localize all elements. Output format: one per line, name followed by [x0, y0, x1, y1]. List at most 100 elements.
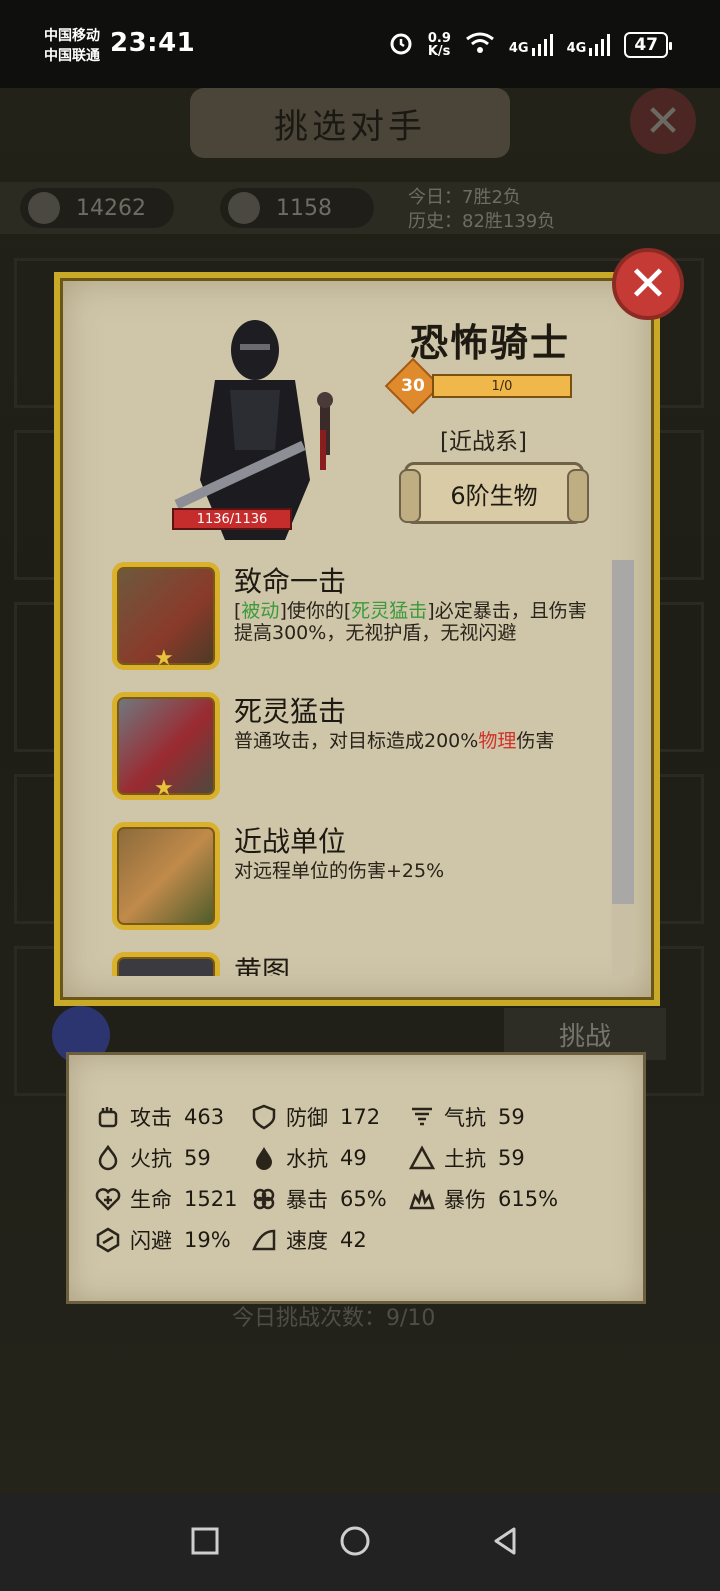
skill-desc-part: 伤害 [516, 730, 555, 752]
level-number: 30 [401, 376, 425, 396]
wifi-icon [465, 31, 495, 59]
alarm-icon [388, 30, 414, 60]
net-speed: 0.9 K/s [428, 32, 451, 58]
carrier-2: 中国联通 [44, 48, 100, 64]
stat-value: 42 [340, 1228, 367, 1252]
stat-crit-dmg: 暴伤 615% [408, 1184, 558, 1214]
skill-desc-part: ]使你的[ [279, 600, 352, 622]
challenge-count: 今日挑战次数：9/10 [232, 1306, 436, 1331]
stat-dodge: 闪避 19% [94, 1225, 231, 1255]
stat-hp: 生命 1521 [94, 1184, 237, 1214]
stat-label: 水抗 [286, 1147, 328, 1171]
stat-defense: 防御 172 [250, 1102, 380, 1132]
exp-bar: 1/0 [432, 374, 572, 398]
skill-description: 普通攻击，对目标造成200%物理伤害 [234, 730, 594, 752]
carrier-info: 中国移动 中国联通 [44, 26, 100, 66]
crit-icon [250, 1185, 278, 1213]
stat-label: 防御 [286, 1106, 328, 1130]
carrier-1: 中国移动 [44, 28, 100, 44]
background-title: 挑选对手 [190, 88, 510, 158]
stat-wind-res: 气抗 59 [408, 1102, 525, 1132]
speed-icon [250, 1226, 278, 1254]
clock: 23:41 [110, 28, 196, 58]
resource-1-value: 14262 [76, 195, 146, 221]
background-close-button[interactable]: ✕ [630, 88, 696, 154]
tier-label: 6阶生物 [450, 481, 538, 510]
stat-label: 闪避 [130, 1229, 172, 1253]
fist-icon [94, 1103, 122, 1131]
signal-icon-1: 4G [509, 34, 553, 56]
skill-icon-partial[interactable] [112, 952, 220, 976]
skill-item[interactable]: 黄图 [110, 950, 610, 976]
skill-description: [被动]使你的[死灵猛击]必定暴击，且伤害提高300%，无视护盾，无视闪避 [234, 600, 594, 644]
stat-speed: 速度 42 [250, 1225, 367, 1255]
skill-item[interactable]: 近战单位 对远程单位的伤害+25% [110, 820, 610, 950]
net-speed-unit: K/s [427, 44, 451, 59]
skill-title: 致命一击 [234, 565, 347, 598]
resource-2-value: 1158 [276, 195, 332, 221]
resource-2: 1158 [220, 188, 374, 228]
signal-label-1: 4G [508, 41, 529, 56]
droplet-icon [250, 1144, 278, 1172]
close-icon: ✕ [627, 256, 669, 312]
tier-scroll: 6阶生物 [399, 462, 589, 524]
stat-value: 65% [340, 1187, 387, 1211]
stat-label: 生命 [130, 1188, 172, 1212]
stat-label: 土抗 [444, 1147, 486, 1171]
stat-attack: 攻击 463 [94, 1102, 224, 1132]
signal-icon-2: 4G [567, 34, 611, 56]
skill-keyword: 死灵猛击 [351, 600, 428, 622]
status-icons: 0.9 K/s 4G 4G 47 [388, 30, 672, 60]
stat-value: 615% [498, 1187, 559, 1211]
skill-icon-melee-unit[interactable] [112, 822, 220, 930]
skill-keyword: 被动 [241, 600, 280, 622]
skill-title: 黄图 [234, 955, 291, 976]
recents-button[interactable] [180, 1516, 230, 1566]
unit-type: [近战系] [440, 429, 527, 455]
home-button[interactable] [330, 1516, 380, 1566]
flame-icon [94, 1144, 122, 1172]
battery-indicator: 47 [624, 32, 672, 58]
star-icon: ★ [154, 776, 174, 801]
skill-desc-part: 普通攻击，对目标造成200% [234, 730, 479, 752]
stats-panel [66, 1052, 646, 1304]
skill-list[interactable]: ★ 致命一击 [被动]使你的[死灵猛击]必定暴击，且伤害提高300%，无视护盾，… [110, 560, 610, 976]
skill-item[interactable]: ★ 死灵猛击 普通攻击，对目标造成200%物理伤害 [110, 690, 610, 820]
stat-value: 19% [184, 1228, 231, 1252]
stat-value: 172 [340, 1105, 381, 1129]
stat-value: 463 [184, 1105, 225, 1129]
square-icon [191, 1527, 219, 1555]
signal-label-2: 4G [566, 41, 587, 56]
skill-keyword: 物理 [478, 730, 517, 752]
mountain-icon [408, 1144, 436, 1172]
stat-label: 火抗 [130, 1147, 172, 1171]
close-button[interactable]: ✕ [612, 248, 684, 320]
stat-fire-res: 火抗 59 [94, 1143, 211, 1173]
stat-crit: 暴击 65% [250, 1184, 387, 1214]
unit-name: 恐怖骑士 [410, 321, 571, 365]
skill-title: 近战单位 [234, 825, 347, 858]
stat-water-res: 水抗 49 [250, 1143, 367, 1173]
stat-label: 暴击 [286, 1188, 328, 1212]
status-bar: 中国移动 中国联通 23:41 0.9 K/s 4G 4G 47 [0, 0, 720, 88]
circle-icon [340, 1526, 370, 1556]
heart-plus-icon [94, 1185, 122, 1213]
stat-label: 攻击 [130, 1106, 172, 1130]
triangle-back-icon [494, 1527, 516, 1555]
stat-label: 气抗 [444, 1106, 486, 1130]
skill-description: 对远程单位的伤害+25% [234, 860, 445, 882]
skill-title: 死灵猛击 [234, 695, 347, 728]
stat-value: 1521 [184, 1187, 238, 1211]
stat-label: 暴伤 [444, 1188, 486, 1212]
stat-value: 59 [184, 1146, 211, 1170]
today-record: 今日：7胜2负 [408, 187, 521, 208]
navigation-bar [0, 1494, 720, 1591]
stat-label: 速度 [286, 1229, 328, 1253]
stat-value: 59 [498, 1105, 525, 1129]
back-button[interactable] [480, 1516, 530, 1566]
skill-item[interactable]: ★ 致命一击 [被动]使你的[死灵猛击]必定暴击，且伤害提高300%，无视护盾，… [110, 560, 610, 690]
coin-icon [28, 192, 60, 224]
stat-value: 49 [340, 1146, 367, 1170]
skill-scrollbar-thumb[interactable] [612, 560, 634, 904]
hp-bar: 1136/1136 [172, 508, 292, 530]
